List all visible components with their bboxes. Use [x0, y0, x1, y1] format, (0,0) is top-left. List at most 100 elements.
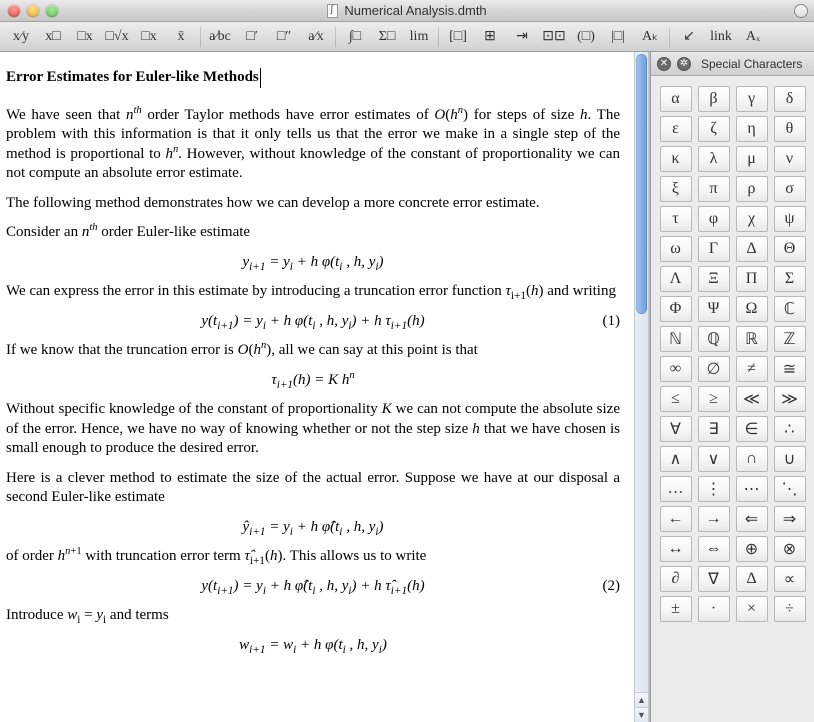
toolbar-button-11[interactable]: Σ□ [372, 25, 402, 49]
toolbar-button-6[interactable]: a⁄bc [205, 25, 235, 49]
char-cell[interactable]: ε [660, 116, 692, 142]
char-cell[interactable]: λ [698, 146, 730, 172]
char-cell[interactable]: ÷ [774, 596, 806, 622]
char-cell[interactable]: Φ [660, 296, 692, 322]
char-cell[interactable]: ≅ [774, 356, 806, 382]
char-cell[interactable]: τ [660, 206, 692, 232]
char-cell[interactable]: ↔ [660, 536, 692, 562]
char-cell[interactable]: β [698, 86, 730, 112]
char-cell[interactable]: Ξ [698, 266, 730, 292]
scrollbar-track[interactable] [635, 52, 648, 692]
document-body[interactable]: Error Estimates for Euler-like Methods W… [0, 52, 634, 722]
char-cell[interactable]: φ [698, 206, 730, 232]
char-cell[interactable]: ≤ [660, 386, 692, 412]
scroll-up-arrow[interactable]: ▲ [635, 692, 648, 707]
char-cell[interactable]: α [660, 86, 692, 112]
char-cell[interactable]: ℕ [660, 326, 692, 352]
char-cell[interactable]: ∧ [660, 446, 692, 472]
toolbar-button-19[interactable]: Aₖ [635, 25, 665, 49]
char-cell[interactable]: ∅ [698, 356, 730, 382]
char-cell[interactable]: κ [660, 146, 692, 172]
char-cell[interactable]: Θ [774, 236, 806, 262]
char-cell[interactable]: ≠ [736, 356, 768, 382]
char-cell[interactable]: ψ [774, 206, 806, 232]
char-cell[interactable]: ∀ [660, 416, 692, 442]
toolbar-button-1[interactable]: x□ [38, 25, 68, 49]
panel-settings-button[interactable]: ✲ [677, 57, 691, 71]
char-cell[interactable]: μ [736, 146, 768, 172]
char-cell[interactable]: Γ [698, 236, 730, 262]
char-cell[interactable]: Ψ [698, 296, 730, 322]
char-cell[interactable]: ± [660, 596, 692, 622]
char-cell[interactable]: ρ [736, 176, 768, 202]
char-cell[interactable]: ω [660, 236, 692, 262]
char-cell[interactable]: ∇ [698, 566, 730, 592]
char-cell[interactable]: ℚ [698, 326, 730, 352]
toolbar-button-20[interactable]: ↙ [674, 25, 704, 49]
char-cell[interactable]: → [698, 506, 730, 532]
char-cell[interactable]: ∃ [698, 416, 730, 442]
toolbar-button-4[interactable]: □x [134, 25, 164, 49]
close-button[interactable] [8, 5, 20, 17]
char-cell[interactable]: × [736, 596, 768, 622]
toolbar-button-5[interactable]: x̄ [166, 25, 196, 49]
toolbar-button-0[interactable]: x⁄y [6, 25, 36, 49]
toolbar-button-21[interactable]: link [706, 25, 736, 49]
minimize-button[interactable] [27, 5, 39, 17]
char-cell[interactable]: ℂ [774, 296, 806, 322]
toolbar-button-17[interactable]: (□) [571, 25, 601, 49]
char-cell[interactable]: ⋮ [698, 476, 730, 502]
char-cell[interactable]: Λ [660, 266, 692, 292]
char-cell[interactable]: δ [774, 86, 806, 112]
toolbar-button-3[interactable]: □√x [102, 25, 132, 49]
char-cell[interactable]: ℤ [774, 326, 806, 352]
char-cell[interactable]: Σ [774, 266, 806, 292]
char-cell[interactable]: ⇔ [698, 536, 730, 562]
char-cell[interactable]: η [736, 116, 768, 142]
char-cell[interactable]: ∈ [736, 416, 768, 442]
char-cell[interactable]: … [660, 476, 692, 502]
scroll-down-arrow[interactable]: ▼ [635, 707, 648, 722]
zoom-button[interactable] [46, 5, 58, 17]
char-cell[interactable]: Δ [736, 236, 768, 262]
char-cell[interactable]: · [698, 596, 730, 622]
char-cell[interactable]: ← [660, 506, 692, 532]
toolbar-button-22[interactable]: Aₓ [738, 25, 768, 49]
char-cell[interactable]: ∪ [774, 446, 806, 472]
char-cell[interactable]: ≫ [774, 386, 806, 412]
char-cell[interactable]: ⋯ [736, 476, 768, 502]
char-cell[interactable]: ξ [660, 176, 692, 202]
char-cell[interactable]: θ [774, 116, 806, 142]
char-cell[interactable]: ∩ [736, 446, 768, 472]
char-cell[interactable]: ∴ [774, 416, 806, 442]
toolbar-button-15[interactable]: ⇥ [507, 25, 537, 49]
char-cell[interactable]: ⊗ [774, 536, 806, 562]
char-cell[interactable]: Ω [736, 296, 768, 322]
char-cell[interactable]: ℝ [736, 326, 768, 352]
char-cell[interactable]: ∨ [698, 446, 730, 472]
char-cell[interactable]: ∝ [774, 566, 806, 592]
toolbar-button-13[interactable]: [□] [443, 25, 473, 49]
toolbar-button-7[interactable]: □′ [237, 25, 267, 49]
char-cell[interactable]: Π [736, 266, 768, 292]
vertical-scrollbar[interactable]: ▲ ▼ [634, 52, 649, 722]
close-panel-button[interactable]: ✕ [657, 57, 671, 71]
char-cell[interactable]: ⋱ [774, 476, 806, 502]
char-cell[interactable]: γ [736, 86, 768, 112]
char-cell[interactable]: ∞ [660, 356, 692, 382]
char-cell[interactable]: ≪ [736, 386, 768, 412]
char-cell[interactable]: σ [774, 176, 806, 202]
char-cell[interactable]: ⇐ [736, 506, 768, 532]
char-cell[interactable]: π [698, 176, 730, 202]
char-cell[interactable]: Δ [736, 566, 768, 592]
toolbar-button-12[interactable]: lim [404, 25, 434, 49]
toolbar-toggle-button[interactable] [794, 4, 808, 18]
toolbar-button-10[interactable]: ∫□ [340, 25, 370, 49]
char-cell[interactable]: ⊕ [736, 536, 768, 562]
char-cell[interactable]: ∂ [660, 566, 692, 592]
char-cell[interactable]: ⇒ [774, 506, 806, 532]
char-cell[interactable]: ζ [698, 116, 730, 142]
toolbar-button-14[interactable]: ⊞ [475, 25, 505, 49]
toolbar-button-18[interactable]: |□| [603, 25, 633, 49]
char-cell[interactable]: ν [774, 146, 806, 172]
